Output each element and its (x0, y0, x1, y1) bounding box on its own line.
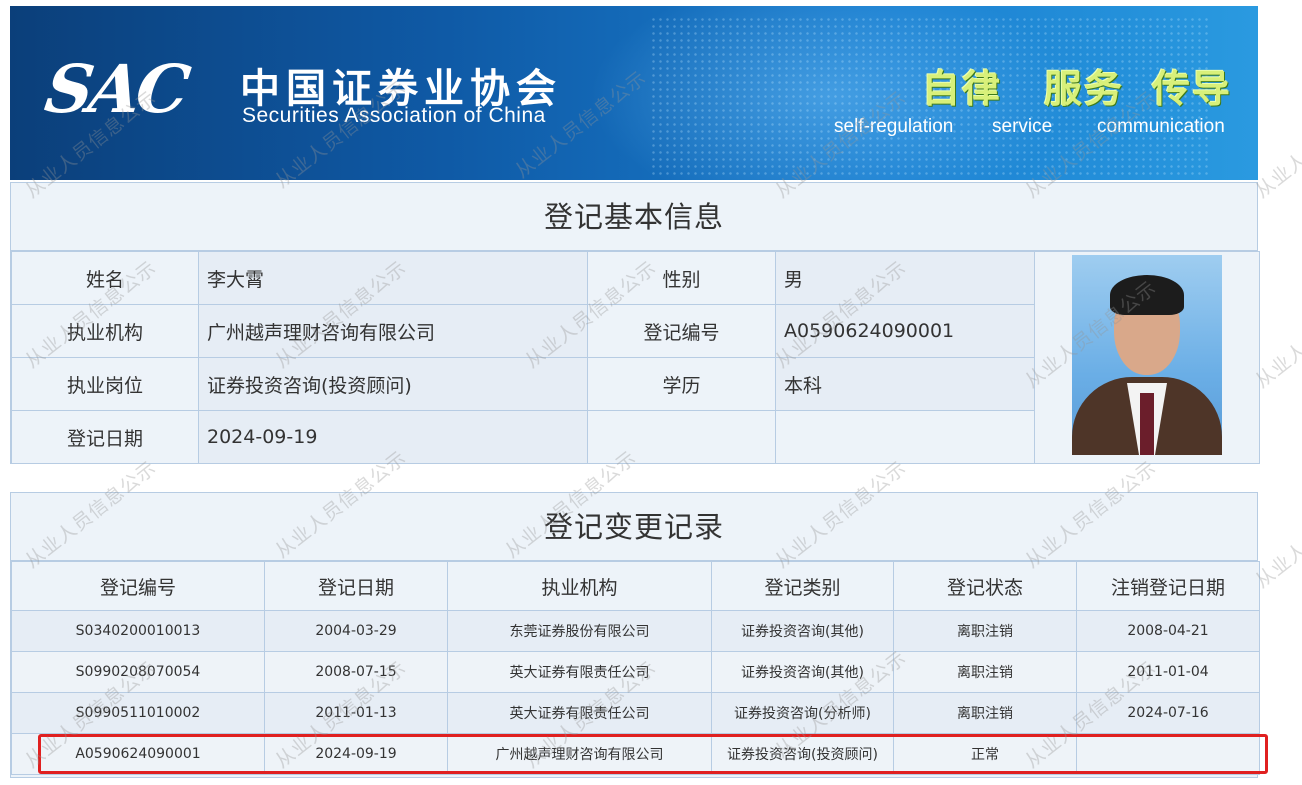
slogan-service-en: service (992, 116, 1053, 137)
column-header-institution: 执业机构 (447, 561, 712, 611)
cell-cancellation-date: 2011-01-04 (1076, 651, 1260, 693)
cell-registration-type: 证券投资咨询(其他) (711, 610, 894, 652)
cell-registration-status: 离职注销 (893, 692, 1077, 734)
basic-info-row: 姓名 李大霄 性别 男 (11, 251, 1260, 464)
cell-registration-type: 证券投资咨询(分析师) (711, 692, 894, 734)
change-records-panel: 登记变更记录 登记编号 登记日期 执业机构 登记类别 登记状态 注销登记日期 S… (10, 492, 1260, 778)
slogan-self-regulation-en: self-regulation (834, 116, 954, 137)
header-banner: SAC 中国证券业协会 Securities Association of Ch… (10, 6, 1258, 180)
basic-info-title: 登记基本信息 (11, 183, 1257, 251)
slogan-communication-en: communication (1097, 116, 1225, 137)
label-gender: 性别 (587, 251, 776, 305)
label-registration-date: 登记日期 (11, 410, 199, 464)
cell-registration-status: 离职注销 (893, 651, 1077, 693)
photo-cell (1034, 251, 1260, 464)
basic-info-table: 姓名 李大霄 性别 男 执业机构 广州越声理财咨询有限公司 登记编号 A0590… (11, 251, 1260, 464)
cell-institution: 英大证券有限责任公司 (447, 692, 712, 734)
label-institution: 执业机构 (11, 304, 199, 358)
table-row: S0340200010013 2004-03-29 东莞证券股份有限公司 证券投… (11, 610, 1260, 652)
cell-registration-status: 正常 (893, 733, 1077, 775)
value-position: 证券投资咨询(投资顾问) (198, 357, 588, 411)
label-name: 姓名 (11, 251, 199, 305)
cell-registration-number: A0590624090001 (11, 733, 265, 775)
column-header-registration-status: 登记状态 (893, 561, 1077, 611)
cell-registration-type: 证券投资咨询(其他) (711, 651, 894, 693)
column-header-cancellation-date: 注销登记日期 (1076, 561, 1260, 611)
table-row: S0990511010002 2011-01-13 英大证券有限责任公司 证券投… (11, 692, 1260, 734)
cell-institution: 英大证券有限责任公司 (447, 651, 712, 693)
basic-info-panel: 登记基本信息 姓名 李大霄 性别 男 执业机构 广州越声理财咨询有限公司 登记编… (10, 182, 1260, 464)
value-education: 本科 (775, 357, 1035, 411)
cell-institution: 广州越声理财咨询有限公司 (447, 733, 712, 775)
slogan-communication-cn: 传导 (1152, 67, 1233, 111)
label-empty (587, 410, 776, 464)
value-institution: 广州越声理财咨询有限公司 (198, 304, 588, 358)
cell-institution: 东莞证券股份有限公司 (447, 610, 712, 652)
value-gender: 男 (775, 251, 1035, 305)
change-records-table: 登记编号 登记日期 执业机构 登记类别 登记状态 注销登记日期 S0340200… (11, 561, 1260, 775)
slogan-self-regulation-cn: 自律 (922, 67, 1003, 111)
cell-cancellation-date: 2024-07-16 (1076, 692, 1260, 734)
value-registration-number: A0590624090001 (775, 304, 1035, 358)
slogan-service-cn: 服务 (1044, 67, 1125, 111)
cell-registration-date: 2011-01-13 (264, 692, 448, 734)
change-records-title: 登记变更记录 (11, 493, 1257, 561)
sac-logo: SAC (40, 50, 191, 128)
cell-registration-date: 2024-09-19 (264, 733, 448, 775)
table-row: S0990208070054 2008-07-15 英大证券有限责任公司 证券投… (11, 651, 1260, 693)
label-position: 执业岗位 (11, 357, 199, 411)
value-empty (775, 410, 1035, 464)
cell-registration-status: 离职注销 (893, 610, 1077, 652)
label-registration-number: 登记编号 (587, 304, 776, 358)
table-header-row: 登记编号 登记日期 执业机构 登记类别 登记状态 注销登记日期 (11, 561, 1260, 611)
cell-registration-date: 2004-03-29 (264, 610, 448, 652)
table-row: A0590624090001 2024-09-19 广州越声理财咨询有限公司 证… (11, 733, 1260, 775)
cell-cancellation-date: 2008-04-21 (1076, 610, 1260, 652)
cell-registration-type: 证券投资咨询(投资顾问) (711, 733, 894, 775)
value-registration-date: 2024-09-19 (198, 410, 588, 464)
cell-registration-number: S0340200010013 (11, 610, 265, 652)
org-name-en: Securities Association of China (242, 104, 546, 127)
cell-registration-number: S0990511010002 (11, 692, 265, 734)
value-name: 李大霄 (198, 251, 588, 305)
cell-registration-date: 2008-07-15 (264, 651, 448, 693)
column-header-registration-number: 登记编号 (11, 561, 265, 611)
cell-registration-number: S0990208070054 (11, 651, 265, 693)
column-header-registration-type: 登记类别 (711, 561, 894, 611)
person-photo (1072, 255, 1222, 455)
column-header-registration-date: 登记日期 (264, 561, 448, 611)
label-education: 学历 (587, 357, 776, 411)
cell-cancellation-date (1076, 733, 1260, 775)
